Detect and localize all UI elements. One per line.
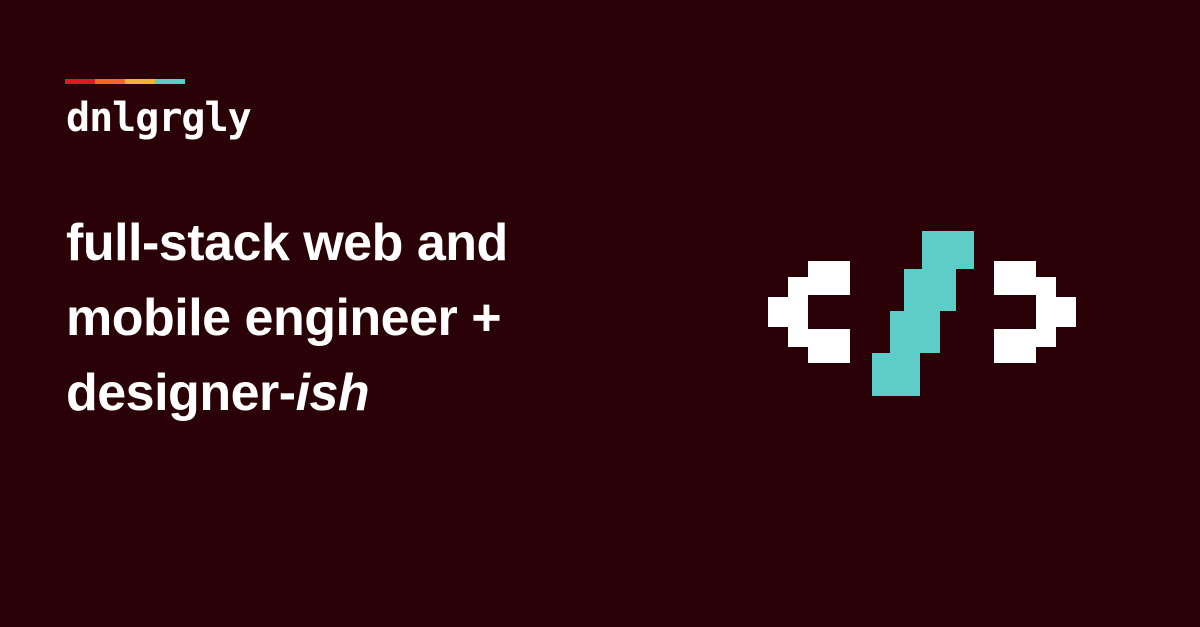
color-stripe <box>65 79 185 84</box>
social-card: dnlgrgly full-stack web and mobile engin… <box>0 0 1200 627</box>
stripe-segment-red <box>65 79 95 84</box>
headline-line-2: mobile engineer + <box>66 289 502 347</box>
headline-line-3: designer-ish <box>66 356 508 431</box>
stripe-segment-orange <box>95 79 125 84</box>
headline: full-stack web and mobile engineer + des… <box>66 206 508 431</box>
headline-line-3-main: designer- <box>66 364 296 422</box>
left-bracket <box>768 261 850 363</box>
headline-line-1: full-stack web and <box>66 214 508 272</box>
forward-slash <box>872 231 974 396</box>
stripe-segment-teal <box>155 79 185 84</box>
headline-emphasis: ish <box>295 364 370 422</box>
brand-logo: dnlgrgly <box>66 95 252 141</box>
right-bracket <box>994 261 1076 363</box>
code-brackets-icon <box>768 231 1076 396</box>
stripe-segment-yellow <box>125 79 155 84</box>
